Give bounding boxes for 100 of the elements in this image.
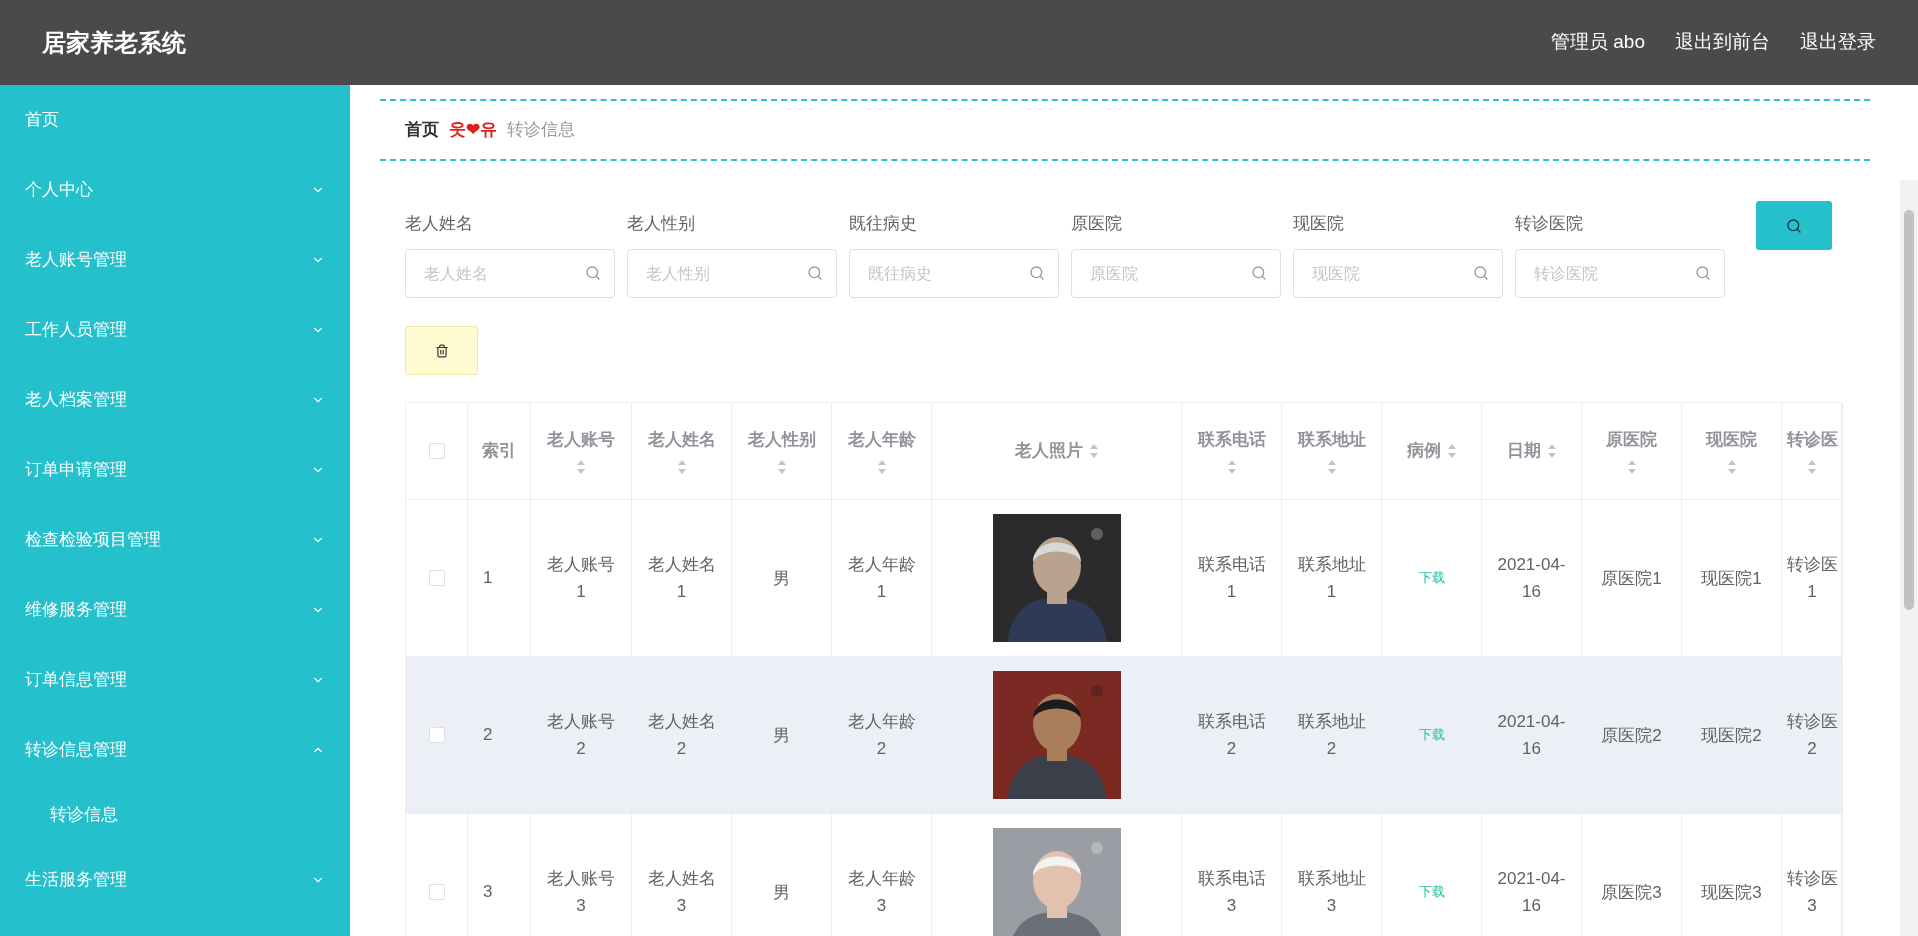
- sort-icon[interactable]: [1546, 443, 1557, 459]
- sort-icon[interactable]: [876, 458, 887, 475]
- column-header: 老人姓名: [647, 429, 716, 452]
- table-cell-text: 男: [772, 724, 791, 747]
- header-link[interactable]: 退出登录: [1800, 28, 1876, 57]
- checkbox[interactable]: [428, 884, 445, 900]
- sort-icon[interactable]: [1326, 458, 1337, 475]
- column-header: 老人照片: [1014, 440, 1083, 463]
- search-icon: [1695, 265, 1711, 281]
- sort-icon[interactable]: [776, 458, 787, 475]
- download-link[interactable]: 下载: [1418, 882, 1445, 902]
- download-link[interactable]: 下载: [1418, 568, 1445, 588]
- submenu-item[interactable]: 转诊信息: [0, 785, 350, 845]
- table-row[interactable]: 2 老人账号2 老人姓名2 男 老人年龄2 联系电话2 联系地址2 下载 2021-04-16 原医院2 现医院2 转诊医2: [406, 657, 1841, 814]
- table-cell-text: 转诊医2: [1785, 711, 1839, 760]
- sidebar-item[interactable]: 订单申请管理: [0, 435, 350, 505]
- search-icon: [585, 265, 601, 281]
- field-label: 老人性别: [627, 213, 696, 235]
- delete-button[interactable]: [405, 326, 478, 375]
- search-field[interactable]: 老人性别: [627, 249, 837, 298]
- search-field[interactable]: 既往病史: [849, 249, 1059, 298]
- checkbox[interactable]: [428, 443, 445, 459]
- table-cell-text: 转诊医1: [1785, 554, 1839, 603]
- sort-icon[interactable]: [1726, 458, 1737, 475]
- sidebar-item[interactable]: 老人账号管理: [0, 225, 350, 295]
- table-cell-text: 1: [483, 567, 493, 590]
- breadcrumb-item[interactable]: 转诊信息: [507, 117, 575, 143]
- field-label: 原医院: [1071, 213, 1123, 235]
- table-cell-text: 3: [483, 881, 493, 904]
- sort-icon[interactable]: [1807, 458, 1817, 475]
- sidebar-item[interactable]: 老人档案管理: [0, 365, 350, 435]
- app-title: 居家养老系统: [42, 27, 186, 58]
- table-cell-text: 转诊医3: [1785, 868, 1839, 917]
- download-link[interactable]: 下载: [1418, 725, 1445, 745]
- search-icon: [1251, 265, 1267, 281]
- table-row[interactable]: 1 老人账号1 老人姓名1 男 老人年龄1 联系电话1 联系地址1 下载 2021-04-16 原医院1 现医院1 转诊医1: [406, 500, 1841, 657]
- sidebar-item[interactable]: 首页: [0, 85, 350, 155]
- column-header: 索引: [482, 440, 516, 463]
- header-link[interactable]: 退出到前台: [1675, 28, 1770, 57]
- table-cell-text: 2021-04-16: [1496, 554, 1567, 603]
- field-label: 既往病史: [849, 213, 918, 235]
- column-header: 原医院: [1606, 429, 1657, 452]
- table-cell-text: 现医院1: [1700, 567, 1763, 590]
- sidebar-item[interactable]: 转诊信息管理: [0, 715, 350, 785]
- table-cell-text: 联系地址2: [1296, 711, 1367, 760]
- table-cell-text: 联系地址1: [1296, 554, 1367, 603]
- table-cell-text: 原医院2: [1600, 724, 1663, 747]
- column-header: 现医院: [1706, 429, 1757, 452]
- scrollbar[interactable]: [1900, 180, 1918, 936]
- sort-icon[interactable]: [1626, 458, 1637, 475]
- table-cell-text: 联系地址3: [1296, 868, 1367, 917]
- field-label: 现医院: [1293, 213, 1345, 235]
- table-cell-text: 老人姓名1: [646, 554, 717, 603]
- search-icon: [1029, 265, 1045, 281]
- table-cell-text: 现医院2: [1700, 724, 1763, 747]
- table-cell-text: 老人姓名2: [646, 711, 717, 760]
- table-cell-text: 原医院1: [1600, 567, 1663, 590]
- checkbox[interactable]: [428, 570, 445, 586]
- table-cell-text: 老人账号2: [546, 711, 616, 760]
- table-cell-text: 老人年龄2: [846, 711, 917, 760]
- search-icon: [807, 265, 823, 281]
- sidebar-item[interactable]: 个人中心: [0, 155, 350, 225]
- table-cell-text: 男: [772, 881, 791, 904]
- search-button[interactable]: [1756, 201, 1832, 250]
- sort-icon[interactable]: [1446, 443, 1457, 459]
- search-field[interactable]: 转诊医院: [1515, 249, 1725, 298]
- admin-name: 管理员 abo: [1551, 30, 1645, 55]
- table-cell-text: 2: [483, 724, 493, 747]
- table-cell-text: 2021-04-16: [1496, 711, 1567, 760]
- column-header: 病例: [1406, 440, 1441, 463]
- column-header: 日期: [1506, 440, 1541, 463]
- sidebar-item[interactable]: 生活服务管理: [0, 845, 350, 915]
- sidebar-item[interactable]: 检查检验项目管理: [0, 505, 350, 575]
- column-header: 转诊医: [1786, 429, 1838, 452]
- sidebar-item[interactable]: 维修服务管理: [0, 575, 350, 645]
- search-field[interactable]: 原医院: [1071, 249, 1281, 298]
- column-header: 联系电话: [1197, 429, 1266, 452]
- table-cell-text: 现医院3: [1700, 881, 1763, 904]
- sort-icon[interactable]: [676, 458, 687, 475]
- column-header: 老人性别: [747, 429, 816, 452]
- sort-icon[interactable]: [1088, 443, 1099, 459]
- table-cell-text: 原医院3: [1600, 881, 1663, 904]
- breadcrumb-item[interactable]: 首页: [405, 117, 439, 143]
- sort-icon[interactable]: [576, 458, 586, 475]
- table-cell-text: 老人账号1: [546, 554, 616, 603]
- sort-icon[interactable]: [1226, 458, 1237, 475]
- search-icon: [1786, 217, 1802, 234]
- table-cell-text: 2021-04-16: [1496, 868, 1567, 917]
- search-field[interactable]: 老人姓名: [405, 249, 615, 298]
- table-cell-text: 男: [772, 567, 791, 590]
- sidebar-item[interactable]: 订单信息管理: [0, 645, 350, 715]
- table-cell-text: 老人年龄3: [846, 868, 917, 917]
- table-cell-text: 联系电话1: [1196, 554, 1267, 603]
- trash-icon: [434, 343, 449, 358]
- search-field[interactable]: 现医院: [1293, 249, 1503, 298]
- table-cell-text: 联系电话3: [1196, 868, 1267, 917]
- breadcrumb-separator: 웃❤유: [449, 119, 497, 142]
- sidebar-item[interactable]: 工作人员管理: [0, 295, 350, 365]
- field-label: 转诊医院: [1515, 213, 1584, 235]
- checkbox[interactable]: [428, 727, 445, 743]
